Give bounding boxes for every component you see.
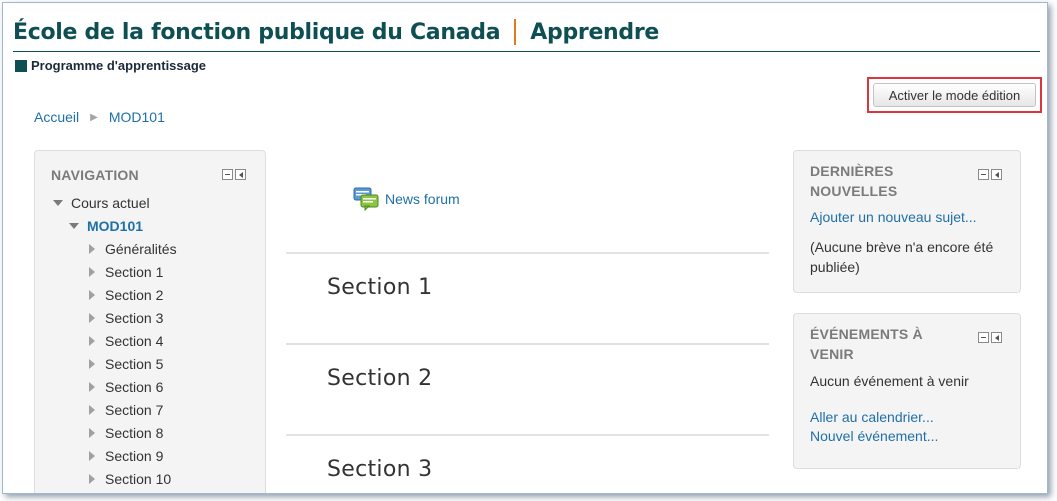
collapsed-arrow-icon [89,244,95,254]
tree-label: Section 1 [105,264,164,280]
collapsed-arrow-icon [89,428,95,438]
header-divider [13,51,1040,52]
tree-label: Section 2 [105,287,164,303]
section-title[interactable]: Section 1 [327,275,432,300]
collapsed-arrow-icon [89,474,95,484]
no-events-text: Aucun événement à venir [810,373,969,389]
tree-item[interactable]: Section 1 [89,264,163,280]
section-divider [286,434,769,436]
navigation-title: NAVIGATION [51,167,139,183]
breadcrumb-separator-icon: ▶ [90,111,98,123]
tree-item[interactable]: Généralités [89,241,177,257]
tree-label: Section 9 [105,448,164,464]
collapsed-arrow-icon [89,313,95,323]
dock-icon[interactable] [991,332,1002,343]
minimize-icon[interactable] [978,169,989,180]
no-news-text: (Aucune brève n'a encore été publiée) [810,239,994,275]
program-label: Programme d'apprentissage [15,58,206,73]
calendar-link[interactable]: Aller au calendrier... [810,408,1006,427]
collapsed-arrow-icon [89,405,95,415]
upcoming-events-block: ÉVÉNEMENTS À VENIR Aucun événement à ven… [793,313,1021,469]
collapsed-arrow-icon [89,290,95,300]
section-divider [286,252,769,254]
collapsed-arrow-icon [89,267,95,277]
upcoming-events-title: ÉVÉNEMENTS À VENIR [810,326,923,362]
collapsed-arrow-icon [89,336,95,346]
latest-news-title: DERNIÈRES NOUVELLES [810,163,898,199]
section-title[interactable]: Section 2 [327,366,432,391]
dock-icon[interactable] [991,169,1002,180]
tree-item[interactable]: Section 9 [89,448,163,464]
tree-label: Section 3 [105,310,164,326]
forum-label: News forum [385,191,460,207]
breadcrumb-home[interactable]: Accueil [34,109,79,125]
block-controls [978,169,1002,180]
collapsed-arrow-icon [89,382,95,392]
navigation-block: NAVIGATION Cours actuel MOD101 Généralit… [34,150,266,493]
add-topic-link[interactable]: Ajouter un nouveau sujet... [810,208,1006,227]
new-event-link[interactable]: Nouvel événement... [810,427,1006,446]
tree-item[interactable]: Section 4 [89,333,163,349]
edit-mode-button[interactable]: Activer le mode édition [873,83,1036,107]
section-title[interactable]: Section 3 [327,457,432,482]
dock-icon[interactable] [235,169,246,180]
tree-item[interactable]: Section 2 [89,287,163,303]
tree-label: Cours actuel [71,195,150,211]
tree-label: Section 7 [105,402,164,418]
section-name[interactable]: Apprendre [530,20,659,45]
tree-item[interactable]: Section 5 [89,356,163,372]
tree-item[interactable]: Section 7 [89,402,163,418]
block-controls [978,332,1002,343]
tree-label: Section 6 [105,379,164,395]
collapsed-arrow-icon [89,359,95,369]
section-divider [286,343,769,345]
site-name[interactable]: École de la fonction publique du Canada [13,20,501,45]
edit-mode-highlight: Activer le mode édition [867,77,1042,113]
tree-label: Section 8 [105,425,164,441]
breadcrumb: Accueil ▶ MOD101 [34,109,165,125]
breadcrumb-course[interactable]: MOD101 [109,109,165,125]
expanded-arrow-icon [69,223,79,229]
block-controls [222,169,246,180]
program-text: Programme d'apprentissage [31,58,207,73]
tree-label: Section 5 [105,356,164,372]
tree-current-course[interactable]: Cours actuel [53,195,150,211]
news-forum-link[interactable]: News forum [353,187,460,212]
tree-item[interactable]: Section 6 [89,379,163,395]
forum-icon [353,187,379,212]
tree-course[interactable]: MOD101 [69,218,143,234]
minimize-icon[interactable] [222,169,233,180]
tree-label: MOD101 [87,218,144,234]
site-header: École de la fonction publique du Canada … [13,17,659,47]
tree-label: Généralités [105,241,177,257]
latest-news-block: DERNIÈRES NOUVELLES Ajouter un nouveau s… [793,150,1021,293]
square-bullet-icon [15,59,27,72]
tree-item[interactable]: Section 8 [89,425,163,441]
title-separator [514,19,517,45]
tree-item[interactable]: Section 3 [89,310,163,326]
tree-label: Section 10 [105,471,172,487]
collapsed-arrow-icon [89,451,95,461]
expanded-arrow-icon [53,200,63,206]
tree-label: Section 4 [105,333,164,349]
tree-item[interactable]: Section 10 [89,471,171,487]
browser-frame: École de la fonction publique du Canada … [2,2,1048,494]
minimize-icon[interactable] [978,332,989,343]
